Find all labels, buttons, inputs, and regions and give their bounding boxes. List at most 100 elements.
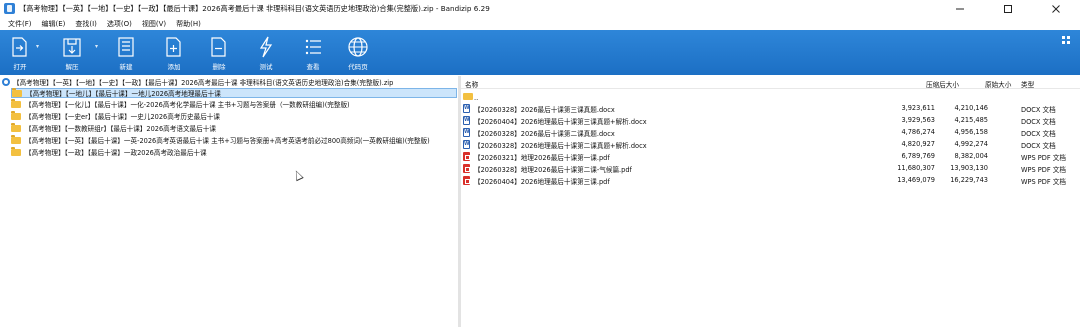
folder-icon [12, 87, 22, 97]
open-dropdown-arrow[interactable]: ▾ [36, 43, 39, 50]
add-button[interactable]: 添加 [160, 30, 188, 75]
tree-folder-label: 【高考物理】【一政】【最后十课】一政2026高考政治最后十课 [25, 149, 207, 157]
file-name: 【20260328】2026最后十课第二课真题.docx [474, 130, 615, 138]
tree-root-label: 【高考物理】【一英】【一地】【一史】【一政】【最后十课】2026高考最后十课 非… [13, 79, 394, 87]
file-row[interactable]: 【20260404】2026地理最后十课第三课.pdf 13,469,079 1… [461, 174, 1080, 186]
test-icon [254, 36, 278, 58]
view-label: 查看 [306, 63, 320, 71]
file-original-size: 4,210,146 [954, 104, 988, 112]
file-row[interactable]: 【20260404】2026地理最后十课第三课真题+解析.docx 3,929,… [461, 114, 1080, 126]
menu-help[interactable]: 帮助(H) [171, 19, 206, 29]
menu-view[interactable]: 视图(V) [137, 19, 171, 29]
extract-icon [60, 36, 84, 58]
test-button[interactable]: 测试 [252, 30, 280, 75]
file-row[interactable]: 【20260328】2026最后十课第三课真题.docx 3,923,611 4… [461, 102, 1080, 114]
extract-button[interactable]: 解压 [58, 30, 86, 75]
folder-up-icon [463, 93, 473, 100]
toolbar: 打开 ▾ 解压 ▾ 新建 添加 删除 测试 查看 代码页 [0, 30, 1080, 75]
file-row[interactable]: 【20260328】2026地理最后十课第二课真题+解析.docx 4,820,… [461, 138, 1080, 150]
folder-tree-pane: 【高考物理】【一英】【一地】【一史】【一政】【最后十课】2026高考最后十课 非… [0, 76, 458, 327]
file-original-size: 4,956,158 [954, 128, 988, 136]
folder-icon [11, 134, 21, 144]
codepage-label: 代码页 [348, 63, 368, 71]
window-title: 【高考物理】【一英】【一地】【一史】【一政】【最后十课】2026高考最后十课 非… [19, 3, 490, 13]
folder-icon [11, 122, 21, 132]
tree-folder-2[interactable]: 【高考物理】【一化儿】【最后十课】一化-2026高考化学最后十课 主书+习题与答… [11, 98, 350, 109]
column-name-header[interactable]: 名称 [465, 79, 478, 89]
pdf-file-icon [463, 152, 470, 161]
file-packed-size: 4,786,274 [901, 128, 935, 136]
file-packed-size: 13,469,079 [897, 176, 935, 184]
folder-icon [11, 110, 21, 120]
tree-folder-4[interactable]: 【高考物理】【一数教研组r】【最后十课】2026高考语文最后十课 [11, 122, 216, 133]
docx-file-icon [463, 116, 470, 125]
close-button[interactable] [1032, 0, 1080, 17]
file-name: 【20260321】地理2026最后十课第一课.pdf [474, 154, 610, 162]
layout-toggle-icon[interactable] [1062, 36, 1070, 44]
open-label: 打开 [13, 63, 27, 71]
new-archive-icon [114, 36, 138, 58]
column-size-header[interactable]: 原始大小 [985, 79, 1011, 89]
tree-folder-6[interactable]: 【高考物理】【一政】【最后十课】一政2026高考政治最后十课 [11, 146, 207, 157]
close-icon [1052, 4, 1060, 13]
view-button[interactable]: 查看 [299, 30, 327, 75]
column-packed-header[interactable]: 压缩后大小 [926, 79, 959, 89]
maximize-button[interactable] [984, 0, 1032, 17]
tree-folder-3[interactable]: 【高考物理】【一史er】【最后十课】一史儿2026高考历史最后十课 [11, 110, 220, 121]
delete-button[interactable]: 删除 [205, 30, 233, 75]
tree-folder-label: 【高考物理】【一地儿】【最后十课】一地儿2026高考地理最后十课 [26, 90, 221, 98]
docx-file-icon [463, 140, 470, 149]
file-name: 【20260328】地理2026最后十课第二课-气候篇.pdf [474, 166, 632, 174]
tree-folder-1[interactable]: 【高考物理】【一地儿】【最后十课】一地儿2026高考地理最后十课 [11, 87, 457, 98]
parent-folder-label: .. [474, 94, 479, 102]
menu-bar: 文件(F) 编辑(E) 查找(I) 选项(O) 视图(V) 帮助(H) [0, 17, 1080, 30]
column-type-header[interactable]: 类型 [1021, 79, 1034, 89]
file-type: WPS PDF 文档 [1021, 178, 1066, 186]
maximize-icon [1004, 4, 1012, 13]
file-packed-size: 11,680,307 [897, 164, 935, 172]
bandizip-app-icon [4, 3, 15, 14]
new-archive-button[interactable]: 新建 [112, 30, 140, 75]
file-type: DOCX 文档 [1021, 118, 1056, 126]
window-controls [936, 0, 1080, 17]
delete-icon [207, 36, 231, 58]
tree-folder-5[interactable]: 【高考物理】【一英】【最后十课】一英-2026高考英语最后十课 主书+习题与答案… [11, 134, 430, 145]
file-packed-size: 4,820,927 [901, 140, 935, 148]
codepage-button[interactable]: 代码页 [343, 30, 373, 75]
file-type: WPS PDF 文档 [1021, 154, 1066, 162]
file-row[interactable]: 【20260328】地理2026最后十课第二课-气候篇.pdf 11,680,3… [461, 162, 1080, 174]
file-type: WPS PDF 文档 [1021, 166, 1066, 174]
file-list-pane: 名称 压缩后大小 原始大小 类型 .. 【20260328】2026最后十课第三… [461, 76, 1080, 327]
file-original-size: 13,903,130 [950, 164, 988, 172]
menu-options[interactable]: 选项(O) [102, 19, 137, 29]
file-packed-size: 6,789,769 [901, 152, 935, 160]
file-row[interactable]: 【20260321】地理2026最后十课第一课.pdf 6,789,769 8,… [461, 150, 1080, 162]
file-name: 【20260328】2026地理最后十课第二课真题+解析.docx [474, 142, 647, 150]
menu-file[interactable]: 文件(F) [3, 19, 37, 29]
file-name: 【20260328】2026最后十课第三课真题.docx [474, 106, 615, 114]
file-type: DOCX 文档 [1021, 106, 1056, 114]
menu-edit[interactable]: 编辑(E) [37, 19, 71, 29]
codepage-icon [346, 36, 370, 58]
file-name: 【20260404】2026地理最后十课第三课真题+解析.docx [474, 118, 647, 126]
menu-find[interactable]: 查找(I) [70, 19, 102, 29]
docx-file-icon [463, 128, 470, 137]
add-icon [162, 36, 186, 58]
file-original-size: 8,382,004 [954, 152, 988, 160]
folder-icon [11, 146, 21, 156]
view-icon [301, 36, 325, 58]
file-name: 【20260404】2026地理最后十课第三课.pdf [474, 178, 610, 186]
minimize-icon [956, 8, 964, 9]
file-packed-size: 3,923,611 [901, 104, 935, 112]
tree-folder-label: 【高考物理】【一史er】【最后十课】一史儿2026高考历史最后十课 [25, 113, 220, 121]
file-type: DOCX 文档 [1021, 130, 1056, 138]
extract-dropdown-arrow[interactable]: ▾ [95, 43, 98, 50]
minimize-button[interactable] [936, 0, 984, 17]
open-button[interactable]: 打开 [6, 30, 34, 75]
tree-root[interactable]: 【高考物理】【一英】【一地】【一史】【一政】【最后十课】2026高考最后十课 非… [2, 77, 393, 87]
parent-folder-row[interactable]: .. [461, 90, 1080, 102]
open-icon [8, 36, 32, 58]
file-row[interactable]: 【20260328】2026最后十课第二课真题.docx 4,786,274 4… [461, 126, 1080, 138]
tree-folder-label: 【高考物理】【一数教研组r】【最后十课】2026高考语文最后十课 [25, 125, 216, 133]
extract-label: 解压 [65, 63, 79, 71]
